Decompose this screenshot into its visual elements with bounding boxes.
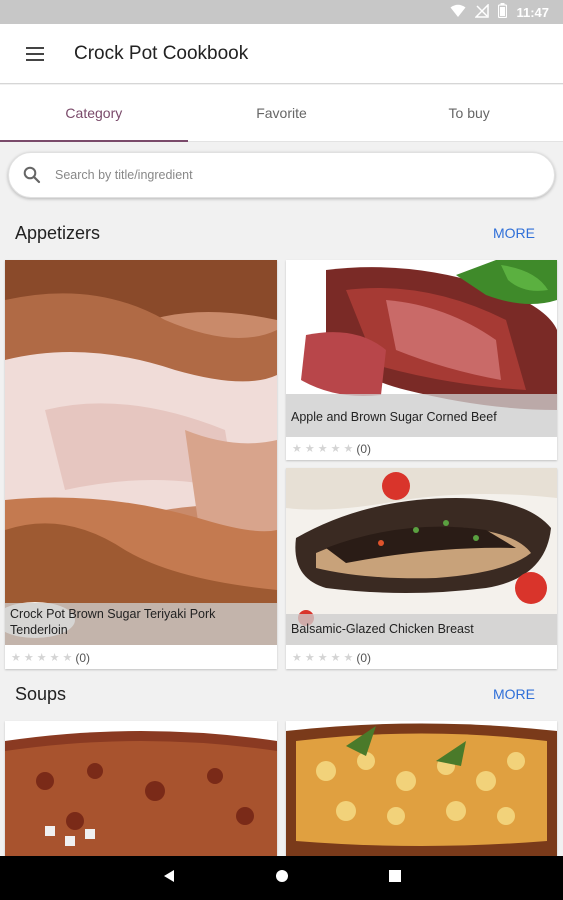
search-icon[interactable] [9,166,55,184]
rating: ★ ★ ★ ★ ★ (0) [292,651,371,665]
section-title: Soups [15,683,67,704]
more-link[interactable]: MORE [493,225,535,241]
recents-button[interactable] [388,869,401,887]
no-signal-icon [474,2,490,21]
star-icon: ★ [343,443,354,455]
tab-category[interactable]: Category [0,85,188,142]
star-icon: ★ [304,652,315,664]
star-icon: ★ [330,443,341,455]
recipe-card[interactable]: Apple and Brown Sugar Corned Beef ★ ★ ★ … [286,260,557,460]
recipe-card[interactable]: Balsamic-Glazed Chicken Breast ★ ★ ★ ★ ★… [286,468,557,669]
tab-bar: Category Favorite To buy [0,85,563,142]
star-icon: ★ [11,652,21,664]
back-button[interactable] [163,869,175,888]
section-title: Appetizers [15,222,101,243]
recipe-image [5,721,277,856]
more-link[interactable]: MORE [493,686,535,702]
recents-icon [388,870,401,882]
rating: ★ ★ ★ ★ ★ (0) [11,651,90,665]
back-icon [163,869,174,882]
recipe-title: Crock Pot Brown Sugar Teriyaki Pork Tend… [5,603,277,645]
star-icon: ★ [330,652,341,664]
wifi-icon [450,4,466,21]
search-bar [8,152,555,198]
system-nav-bar [0,856,563,900]
search-input[interactable] [55,168,495,182]
section-header-soups: Soups MORE [0,674,563,714]
rating-count: (0) [75,651,91,665]
rating: ★ ★ ★ ★ ★ (0) [292,442,371,456]
star-icon: ★ [49,652,60,664]
section-header-appetizers: Appetizers MORE [0,213,563,253]
battery-icon [498,3,508,21]
recipe-title: Balsamic-Glazed Chicken Breast [286,614,557,645]
rating-count: (0) [356,442,372,456]
hamburger-icon [26,46,44,61]
status-bar: 11:47 [0,0,563,24]
recipe-card[interactable] [5,721,277,856]
star-icon: ★ [23,652,34,664]
star-icon: ★ [317,652,328,664]
home-icon [275,869,288,882]
star-icon: ★ [343,652,354,664]
app-title: Crock Pot Cookbook [74,42,249,64]
recipe-image [5,260,277,645]
star-icon: ★ [317,443,328,455]
rating-count: (0) [356,651,372,665]
star-icon: ★ [304,443,315,455]
star-icon: ★ [292,443,302,455]
recipe-image [286,721,557,856]
menu-button[interactable] [0,24,70,84]
recipe-title: Apple and Brown Sugar Corned Beef [286,394,557,437]
clock: 11:47 [516,4,549,20]
star-icon: ★ [292,652,302,664]
app-bar: Crock Pot Cookbook [0,24,563,84]
recipe-card[interactable]: Crock Pot Brown Sugar Teriyaki Pork Tend… [5,260,277,669]
star-icon: ★ [36,652,47,664]
tab-favorite[interactable]: Favorite [188,85,376,141]
recipe-card[interactable] [286,721,557,856]
star-icon: ★ [62,652,73,664]
home-button[interactable] [275,869,289,888]
tab-to-buy[interactable]: To buy [375,85,563,141]
